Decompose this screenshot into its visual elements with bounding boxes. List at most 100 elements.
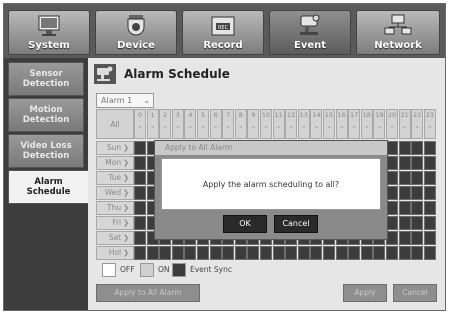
tab-network[interactable]: Network bbox=[356, 10, 440, 55]
schedule-slot[interactable] bbox=[423, 216, 436, 230]
schedule-slot[interactable] bbox=[411, 156, 424, 170]
dialog-ok-button[interactable]: OK bbox=[223, 215, 267, 233]
hour-header-17[interactable]: 17 ⌄ bbox=[348, 109, 361, 139]
schedule-slot[interactable] bbox=[323, 246, 335, 260]
hour-header-11[interactable]: 11 ⌄ bbox=[272, 109, 285, 139]
schedule-slot[interactable] bbox=[398, 201, 411, 215]
hour-header-0[interactable]: 0 ⌄ bbox=[134, 109, 146, 139]
schedule-slot[interactable] bbox=[134, 171, 146, 185]
alarm-select[interactable]: Alarm 1 ⌄ bbox=[96, 93, 154, 108]
schedule-slot[interactable] bbox=[209, 246, 222, 260]
day-label-fri[interactable]: Fri bbox=[96, 216, 134, 230]
day-label-thu[interactable]: Thu bbox=[96, 201, 134, 215]
hour-header-19[interactable]: 19 ⌄ bbox=[373, 109, 386, 139]
schedule-slot[interactable] bbox=[360, 246, 373, 260]
hour-header-8[interactable]: 8 ⌄ bbox=[234, 109, 247, 139]
schedule-slot[interactable] bbox=[159, 246, 172, 260]
day-label-sun[interactable]: Sun bbox=[96, 141, 134, 155]
hour-header-5[interactable]: 5 ⌄ bbox=[197, 109, 209, 139]
schedule-slot[interactable] bbox=[411, 201, 424, 215]
schedule-slot[interactable] bbox=[411, 216, 424, 230]
schedule-slot[interactable] bbox=[423, 186, 436, 200]
dialog-cancel-button[interactable]: Cancel bbox=[274, 215, 318, 233]
schedule-slot[interactable] bbox=[272, 246, 285, 260]
cancel-button[interactable]: Cancel bbox=[393, 284, 437, 302]
schedule-slot[interactable] bbox=[373, 246, 386, 260]
schedule-slot[interactable] bbox=[398, 186, 411, 200]
tab-record[interactable]: REC Record bbox=[182, 10, 264, 55]
hour-header-15[interactable]: 15 ⌄ bbox=[323, 109, 335, 139]
schedule-slot[interactable] bbox=[411, 246, 424, 260]
schedule-slot[interactable] bbox=[134, 246, 146, 260]
schedule-slot[interactable] bbox=[423, 156, 436, 170]
schedule-slot[interactable] bbox=[423, 246, 436, 260]
day-label-mon[interactable]: Mon bbox=[96, 156, 134, 170]
day-label-wed[interactable]: Wed bbox=[96, 186, 134, 200]
schedule-slot[interactable] bbox=[184, 246, 197, 260]
schedule-slot[interactable] bbox=[134, 231, 146, 245]
schedule-slot[interactable] bbox=[310, 246, 323, 260]
apply-button[interactable]: Apply bbox=[343, 284, 387, 302]
schedule-slot[interactable] bbox=[398, 246, 411, 260]
schedule-slot[interactable] bbox=[348, 246, 361, 260]
hour-header-13[interactable]: 13 ⌄ bbox=[297, 109, 310, 139]
schedule-slot[interactable] bbox=[398, 216, 411, 230]
hour-header-7[interactable]: 7 ⌄ bbox=[222, 109, 235, 139]
schedule-slot[interactable] bbox=[297, 246, 310, 260]
hour-header-22[interactable]: 22 ⌄ bbox=[411, 109, 424, 139]
hour-header-2[interactable]: 2 ⌄ bbox=[159, 109, 172, 139]
tab-event[interactable]: Event bbox=[269, 10, 351, 55]
schedule-slot[interactable] bbox=[146, 246, 159, 260]
schedule-slot[interactable] bbox=[411, 171, 424, 185]
tab-system[interactable]: System bbox=[8, 10, 90, 55]
schedule-slot[interactable] bbox=[134, 141, 146, 155]
hour-header-20[interactable]: 20 ⌄ bbox=[386, 109, 398, 139]
day-label-sat[interactable]: Sat bbox=[96, 231, 134, 245]
all-hours-toggle[interactable]: All bbox=[96, 109, 134, 139]
hour-header-16[interactable]: 16 ⌄ bbox=[335, 109, 348, 139]
hour-header-21[interactable]: 21 ⌄ bbox=[398, 109, 411, 139]
schedule-slot[interactable] bbox=[134, 201, 146, 215]
hour-header-9[interactable]: 9 ⌄ bbox=[247, 109, 260, 139]
day-label-tue[interactable]: Tue bbox=[96, 171, 134, 185]
hour-header-6[interactable]: 6 ⌄ bbox=[209, 109, 222, 139]
schedule-slot[interactable] bbox=[171, 246, 184, 260]
schedule-slot[interactable] bbox=[134, 186, 146, 200]
schedule-slot[interactable] bbox=[423, 201, 436, 215]
sidebar-item-video-loss-detection[interactable]: Video Loss Detection bbox=[8, 134, 84, 168]
hour-header-4[interactable]: 4 ⌄ bbox=[184, 109, 197, 139]
schedule-slot[interactable] bbox=[398, 171, 411, 185]
hour-header-14[interactable]: 14 ⌄ bbox=[310, 109, 323, 139]
schedule-slot[interactable] bbox=[386, 246, 398, 260]
schedule-slot[interactable] bbox=[134, 216, 146, 230]
apply-to-all-alarm-button[interactable]: Apply to All Alarm bbox=[96, 284, 200, 302]
schedule-slot[interactable] bbox=[335, 246, 348, 260]
schedule-slot[interactable] bbox=[134, 156, 146, 170]
hour-header-23[interactable]: 23 ⌄ bbox=[423, 109, 436, 139]
schedule-slot[interactable] bbox=[411, 186, 424, 200]
schedule-slot[interactable] bbox=[398, 141, 411, 155]
schedule-slot[interactable] bbox=[411, 141, 424, 155]
sidebar-item-sensor-detection[interactable]: Sensor Detection bbox=[8, 62, 84, 96]
schedule-slot[interactable] bbox=[423, 141, 436, 155]
hour-header-1[interactable]: 1 ⌄ bbox=[146, 109, 159, 139]
schedule-slot[interactable] bbox=[423, 171, 436, 185]
hour-header-12[interactable]: 12 ⌄ bbox=[285, 109, 298, 139]
schedule-slot[interactable] bbox=[222, 246, 235, 260]
hour-header-3[interactable]: 3 ⌄ bbox=[171, 109, 184, 139]
day-label-hol[interactable]: Hol bbox=[96, 246, 134, 260]
hour-header-18[interactable]: 18 ⌄ bbox=[360, 109, 373, 139]
sidebar-item-motion-detection[interactable]: Motion Detection bbox=[8, 98, 84, 132]
schedule-slot[interactable] bbox=[411, 231, 424, 245]
schedule-slot[interactable] bbox=[260, 246, 272, 260]
sidebar-item-alarm-schedule[interactable]: Alarm Schedule bbox=[8, 170, 88, 204]
schedule-slot[interactable] bbox=[398, 231, 411, 245]
schedule-slot[interactable] bbox=[247, 246, 260, 260]
schedule-slot[interactable] bbox=[285, 246, 298, 260]
schedule-slot[interactable] bbox=[423, 231, 436, 245]
hour-header-10[interactable]: 10 ⌄ bbox=[260, 109, 272, 139]
schedule-slot[interactable] bbox=[234, 246, 247, 260]
tab-device[interactable]: Device bbox=[95, 10, 177, 55]
schedule-slot[interactable] bbox=[398, 156, 411, 170]
schedule-slot[interactable] bbox=[197, 246, 209, 260]
